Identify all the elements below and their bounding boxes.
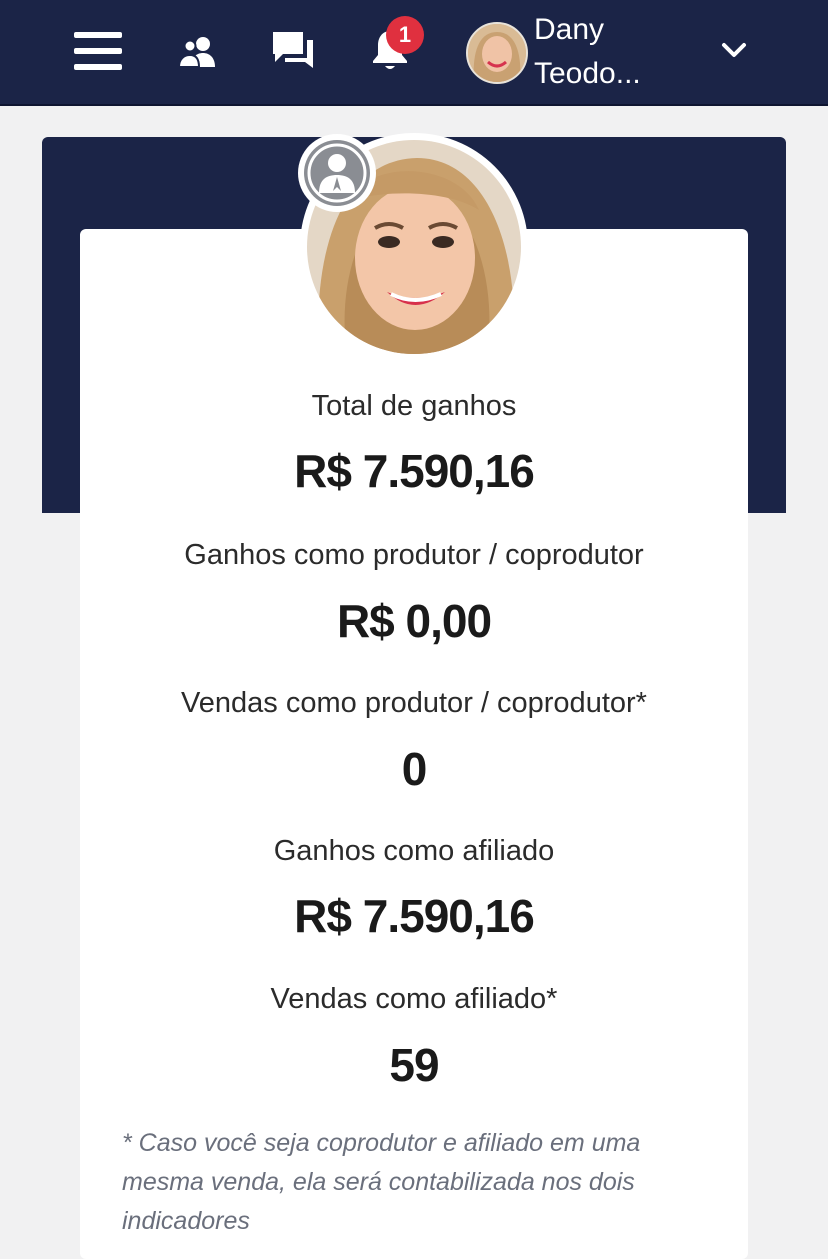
affiliate-sales-value: 59	[389, 1039, 439, 1091]
affiliate-earnings-value: R$ 7.590,16	[294, 890, 535, 942]
affiliate-sales-label: Vendas como afiliado*	[270, 983, 558, 1015]
total-earnings-value: R$ 7.590,16	[294, 445, 535, 497]
affiliate-earnings-label: Ganhos como afiliado	[273, 835, 555, 867]
footnote: * Caso você seja coprodutor e afiliado e…	[122, 1129, 641, 1235]
total-earnings-label: Total de ganhos	[311, 390, 517, 422]
producer-sales-value: 0	[401, 743, 428, 795]
user-name-line2: Teodo...	[534, 57, 641, 90]
user-role-icon	[298, 134, 376, 212]
notification-badge: 1	[386, 16, 424, 54]
producer-earnings-value: R$ 0,00	[336, 595, 492, 647]
producer-earnings-label: Ganhos como produtor / coprodutor	[184, 539, 644, 571]
chevron-down-icon[interactable]	[712, 28, 756, 72]
user-name[interactable]: Dany Teodo...	[534, 8, 704, 96]
top-navbar: 1 Dany Teodo...	[0, 0, 828, 106]
producer-sales-label: Vendas como produtor / coprodutor*	[181, 687, 647, 719]
user-avatar[interactable]	[466, 22, 528, 84]
user-name-line1: Dany	[534, 13, 605, 46]
people-icon[interactable]	[174, 30, 224, 74]
menu-icon[interactable]	[70, 30, 126, 72]
chat-icon[interactable]	[266, 26, 320, 76]
